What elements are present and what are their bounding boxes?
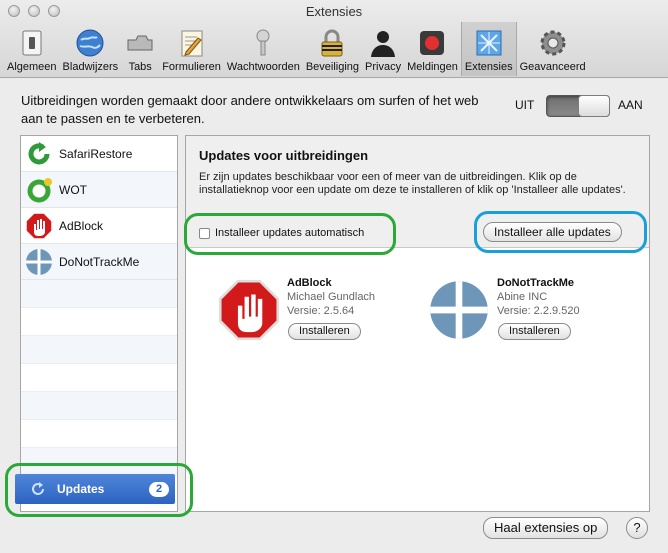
updates-count-badge: 2 bbox=[149, 482, 169, 497]
update-name-adblock: AdBlock bbox=[287, 277, 332, 289]
sidebar-item-updates[interactable]: Updates 2 bbox=[15, 474, 175, 504]
window-titlebar: Extensies Algemeen Bladwijzers Tabs Form… bbox=[0, 0, 668, 78]
auto-install-checkbox[interactable]: Installeer updates automatisch bbox=[199, 227, 364, 239]
sidebar-item-safarirestore[interactable]: SafariRestore bbox=[21, 136, 177, 172]
stop-hand-icon bbox=[218, 279, 280, 341]
extensions-sidebar: SafariRestore WOT AdBlock DoNotTrackMe bbox=[20, 135, 178, 512]
sidebar-item-donottrackme[interactable]: DoNotTrackMe bbox=[21, 244, 177, 280]
tab-tabs[interactable]: Tabs bbox=[121, 22, 159, 76]
toggle-on-label: AAN bbox=[618, 98, 643, 112]
tab-wachtwoorden[interactable]: Wachtwoorden bbox=[224, 22, 303, 76]
tab-formulieren[interactable]: Formulieren bbox=[159, 22, 224, 76]
switch-knob[interactable] bbox=[578, 95, 610, 117]
install-all-updates-button[interactable]: Installeer alle updates bbox=[483, 222, 622, 242]
sidebar-item-adblock[interactable]: AdBlock bbox=[21, 208, 177, 244]
lock-icon bbox=[316, 27, 348, 59]
tab-beveiliging[interactable]: Beveiliging bbox=[303, 22, 362, 76]
sidebar-empty-row bbox=[21, 280, 177, 308]
sidebar-empty-row bbox=[21, 392, 177, 420]
panel-description: Er zijn updates beschikbaar voor een of … bbox=[199, 171, 626, 196]
install-donottrackme-button[interactable]: Installeren bbox=[498, 323, 571, 340]
checkbox-box[interactable] bbox=[199, 227, 210, 239]
tab-algemeen[interactable]: Algemeen bbox=[4, 22, 60, 76]
puzzle-icon bbox=[473, 27, 505, 59]
tab-extensies[interactable]: Extensies bbox=[460, 22, 517, 76]
get-extensions-button[interactable]: Haal extensies op bbox=[483, 517, 609, 539]
restore-arrow-icon bbox=[28, 141, 50, 164]
gear-icon bbox=[537, 27, 569, 59]
update-author-adblock: Michael Gundlach bbox=[287, 291, 376, 303]
intro-text: Uitbreidingen worden gemaakt door andere… bbox=[21, 93, 479, 126]
update-name-donottrackme: DoNotTrackMe bbox=[497, 277, 575, 289]
person-silhouette-icon bbox=[367, 27, 399, 59]
update-version-donottrackme: Versie: 2.2.9.520 bbox=[497, 305, 580, 317]
extensions-switch[interactable] bbox=[546, 95, 610, 117]
pencil-form-icon bbox=[176, 27, 208, 59]
crosshair-globe-icon bbox=[26, 248, 52, 275]
panel-title: Updates voor uitbreidingen bbox=[199, 148, 369, 163]
sidebar-empty-row bbox=[21, 448, 177, 476]
globe-icon bbox=[74, 27, 106, 59]
switch-icon bbox=[16, 27, 48, 59]
refresh-icon bbox=[32, 482, 44, 495]
update-version-adblock: Versie: 2.5.64 bbox=[287, 305, 355, 317]
tab-geavanceerd[interactable]: Geavanceerd bbox=[517, 22, 589, 76]
preferences-toolbar: Algemeen Bladwijzers Tabs Formulieren Wa… bbox=[4, 22, 589, 76]
updates-panel-header: Updates voor uitbreidingen Er zijn updat… bbox=[186, 136, 649, 248]
help-button[interactable]: ? bbox=[626, 517, 648, 539]
tab-bladwijzers[interactable]: Bladwijzers bbox=[60, 22, 122, 76]
tab-meldingen[interactable]: Meldingen bbox=[404, 22, 461, 76]
install-adblock-button[interactable]: Installeren bbox=[288, 323, 361, 340]
record-icon bbox=[416, 27, 448, 59]
sidebar-empty-row bbox=[21, 336, 177, 364]
sidebar-empty-row bbox=[21, 364, 177, 392]
sidebar-empty-row bbox=[21, 308, 177, 336]
wot-ring-icon bbox=[27, 177, 52, 202]
updates-panel: Updates voor uitbreidingen Er zijn updat… bbox=[185, 135, 650, 512]
toggle-off-label: UIT bbox=[515, 98, 535, 112]
sidebar-empty-row bbox=[21, 420, 177, 448]
update-author-donottrackme: Abine INC bbox=[497, 291, 548, 303]
tab-privacy[interactable]: Privacy bbox=[362, 22, 404, 76]
sidebar-item-wot[interactable]: WOT bbox=[21, 172, 177, 208]
window-title: Extensies bbox=[305, 4, 363, 19]
key-icon bbox=[247, 27, 279, 59]
tabs-icon bbox=[124, 27, 156, 59]
stop-hand-icon bbox=[25, 211, 53, 240]
crosshair-globe-icon bbox=[430, 281, 488, 339]
